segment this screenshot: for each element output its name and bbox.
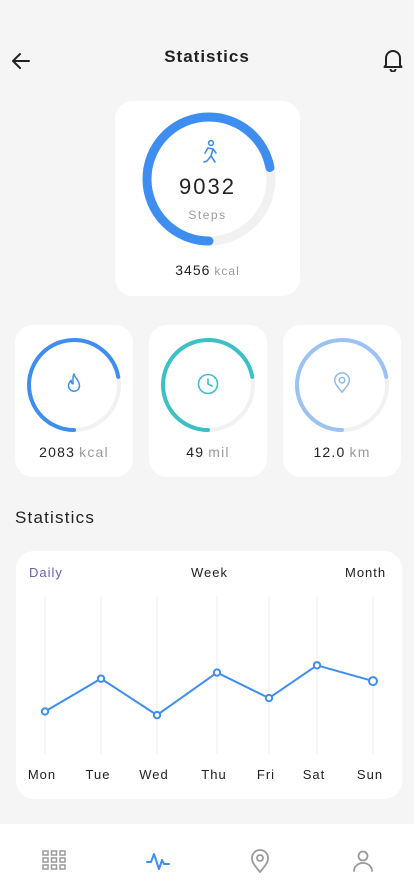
series-line <box>44 664 374 717</box>
x-tick-label: Sat <box>303 767 326 782</box>
bell-icon <box>383 50 403 73</box>
time-value-number: 49 <box>186 444 205 460</box>
x-tick-label: Thu <box>201 767 226 782</box>
bottom-navigation <box>0 824 414 896</box>
steps-card[interactable]: 9032 Steps 3456 kcal <box>115 101 300 296</box>
data-point-sun[interactable] <box>368 676 378 687</box>
page-title: Statistics <box>164 47 250 66</box>
data-point-thu[interactable] <box>212 668 222 677</box>
total-kcal-unit: kcal <box>214 264 240 278</box>
steps-label: Steps <box>188 208 227 222</box>
distance-value-unit: km <box>349 444 371 460</box>
data-point-fri[interactable] <box>264 693 274 703</box>
distance-value: 12.0 km <box>283 444 401 460</box>
walking-person-icon <box>203 139 217 163</box>
grid-icon <box>42 850 66 870</box>
time-value-unit: mil <box>208 444 230 460</box>
statistics-chart-card: Daily Week Month Mon Tue Wed Thu Fri Sat Sun <box>16 551 402 799</box>
data-point-mon[interactable] <box>40 707 50 716</box>
statistics-section-title: Statistics <box>15 508 96 527</box>
x-tick-label: Sun <box>357 767 383 782</box>
x-tick-label: Mon <box>28 767 56 782</box>
calories-value-unit: kcal <box>79 444 109 460</box>
x-tick-label: Tue <box>86 767 111 782</box>
nav-profile[interactable] <box>351 848 377 874</box>
data-point-tue[interactable] <box>96 674 106 683</box>
calories-value-number: 2083 <box>39 444 76 460</box>
calories-card[interactable]: 2083 kcal <box>15 325 133 477</box>
data-point-wed[interactable] <box>152 710 162 720</box>
nav-statistics[interactable] <box>145 848 171 874</box>
activity-icon <box>146 853 170 870</box>
nav-location[interactable] <box>248 848 274 874</box>
location-pin-icon <box>333 372 351 393</box>
time-value: 49 mil <box>149 444 267 460</box>
steps-value: 9032 <box>179 174 236 199</box>
distance-card[interactable]: 12.0 km <box>283 325 401 477</box>
total-kcal-value: 3456 <box>175 262 211 278</box>
total-kcal: 3456 kcal <box>115 262 300 278</box>
distance-value-number: 12.0 <box>313 444 346 460</box>
user-icon <box>353 850 373 872</box>
nav-dashboard[interactable] <box>42 848 68 874</box>
statistics-line-chart: Mon Tue Wed Thu Fri Sat Sun <box>28 596 383 782</box>
data-point-sat[interactable] <box>312 661 322 670</box>
x-tick-label: Fri <box>257 767 275 782</box>
calories-value: 2083 kcal <box>15 444 133 460</box>
x-tick-label: Wed <box>139 767 169 782</box>
notification-button[interactable] <box>382 48 404 73</box>
location-pin-icon <box>251 849 269 873</box>
flame-icon <box>67 373 81 392</box>
clock-icon <box>197 373 219 395</box>
time-card[interactable]: 49 mil <box>149 325 267 477</box>
